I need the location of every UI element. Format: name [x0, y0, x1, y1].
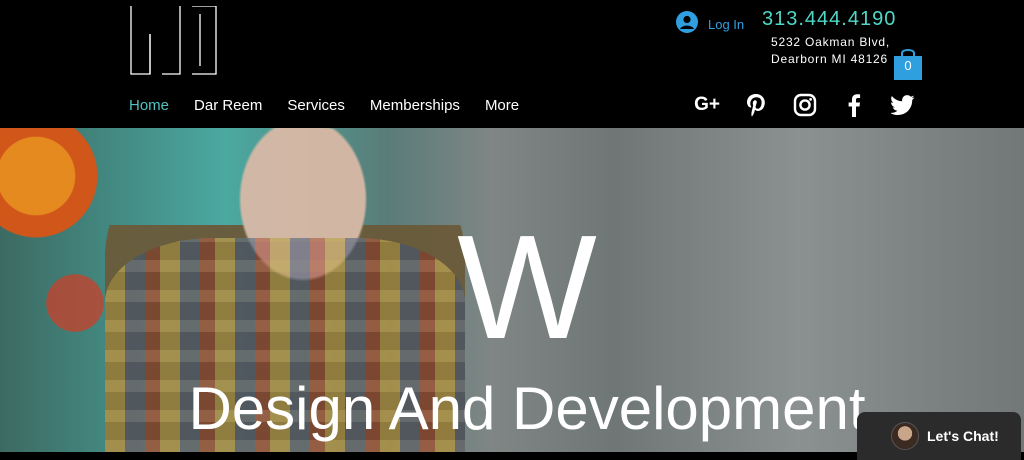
cart-count: 0 [904, 58, 912, 73]
login-button[interactable]: Log In [676, 11, 744, 38]
user-icon [676, 11, 698, 38]
cart-button[interactable]: 0 [893, 46, 923, 80]
site-header: Home Dar Reem Services Memberships More … [0, 0, 1024, 128]
nav-item-memberships[interactable]: Memberships [370, 96, 460, 116]
site-logo[interactable] [130, 5, 218, 76]
facebook-icon[interactable] [842, 93, 866, 117]
pinterest-icon[interactable] [744, 93, 768, 117]
nav-item-dar-reem[interactable]: Dar Reem [194, 96, 262, 116]
login-label: Log In [708, 17, 745, 32]
chat-label: Let's Chat! [927, 428, 999, 444]
address: 5232 Oakman Blvd, Dearborn MI 48126 [771, 34, 890, 68]
google-plus-text: G+ [694, 94, 720, 115]
main-nav: Home Dar Reem Services Memberships More [129, 96, 544, 116]
google-plus-icon[interactable]: G+ [694, 93, 720, 117]
hero-section: W Design And Development [0, 128, 1024, 452]
nav-item-more[interactable]: More [485, 96, 519, 116]
twitter-icon[interactable] [891, 93, 915, 117]
chat-widget-button[interactable]: Let's Chat! [857, 412, 1021, 460]
hero-title: W [457, 205, 597, 370]
phone-number[interactable]: 313.444.4190 [762, 8, 896, 31]
chat-avatar [891, 422, 919, 450]
social-bar: G+ [694, 93, 915, 117]
address-line-2: Dearborn MI 48126 [771, 52, 888, 66]
address-line-1: 5232 Oakman Blvd, [771, 35, 890, 49]
nav-item-home[interactable]: Home [129, 96, 169, 116]
instagram-icon[interactable] [793, 93, 817, 117]
nav-item-services[interactable]: Services [287, 96, 345, 116]
